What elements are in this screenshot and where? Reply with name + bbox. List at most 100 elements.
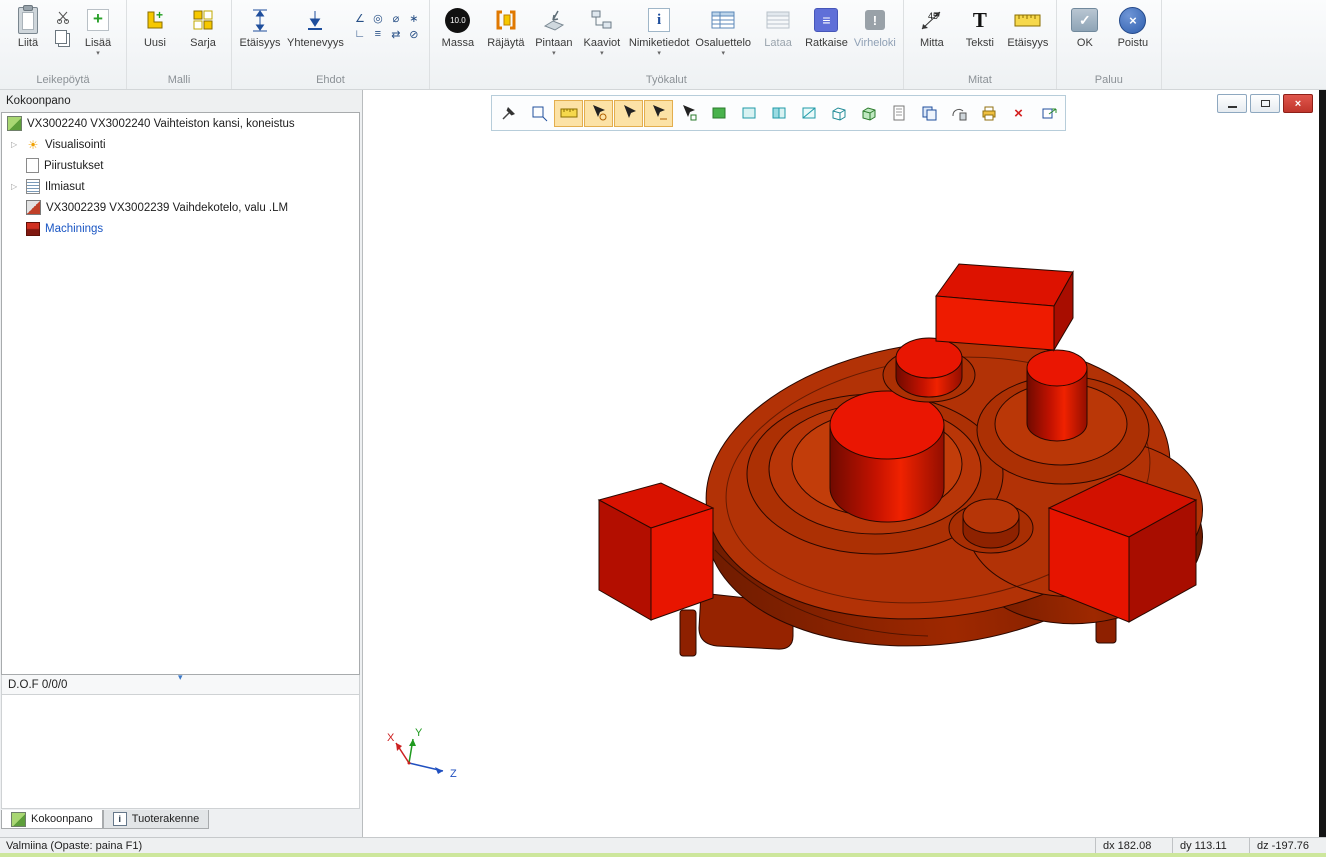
axis-y-label: Y [415, 727, 423, 739]
tangent-constraint-icon[interactable]: ⊘ [405, 26, 423, 42]
mass-button[interactable]: 10.0 Massa [434, 2, 482, 49]
minimize-button[interactable] [1217, 94, 1247, 113]
tree-label: Visualisointi [45, 139, 106, 151]
distance-measure-button[interactable]: Etäisyys [1004, 2, 1052, 49]
3d-viewport[interactable]: X Y Z [363, 90, 1319, 837]
dof-detail-area [1, 695, 360, 809]
tree-item-visualisointi[interactable]: ▷ ☀ Visualisointi [2, 134, 359, 155]
delete-geometry-icon[interactable]: × [1004, 100, 1033, 127]
model-cylinder-right-top[interactable] [1027, 350, 1087, 386]
item-data-button[interactable]: i Nimiketiedot ▾ [626, 2, 693, 56]
parts-list-button[interactable]: Osaluettelo ▾ [692, 2, 754, 56]
halfshade-box-icon[interactable] [764, 100, 793, 127]
ribbon-group-tools: 10.0 Massa Räjäytä [430, 0, 904, 89]
pin-icon[interactable] [494, 100, 523, 127]
cut-button[interactable] [54, 8, 72, 26]
diameter-constraint-icon[interactable]: ⌀ [387, 10, 405, 26]
solve-icon: ≡ [814, 8, 838, 32]
perpendicular-constraint-icon[interactable]: ∟ [351, 26, 369, 42]
ruler-icon [1014, 12, 1041, 29]
equal-constraint-icon[interactable]: ⇄ [387, 26, 405, 42]
wireframe-cube-icon[interactable] [824, 100, 853, 127]
export-geometry-icon[interactable] [1034, 100, 1063, 127]
copy-geometry-icon[interactable] [914, 100, 943, 127]
parts-list-label: Osaluettelo [695, 37, 751, 49]
tree-item-machinings[interactable]: Machinings [2, 218, 359, 239]
3d-model-canvas[interactable]: X Y Z [363, 90, 1319, 837]
plus-icon: + [87, 9, 109, 31]
tree-item-part-vx3002239[interactable]: VX3002239 VX3002239 Vaihdekotelo, valu .… [2, 197, 359, 218]
maximize-button[interactable] [1250, 94, 1280, 113]
expander-icon[interactable]: ▷ [11, 182, 17, 191]
svg-text:45: 45 [928, 11, 938, 21]
tab-tuoterakenne[interactable]: i Tuoterakenne [103, 810, 209, 829]
close-button[interactable]: × [1283, 94, 1313, 113]
symmetry-constraint-icon[interactable]: ∗ [405, 10, 423, 26]
measure-ruler-icon[interactable] [554, 100, 583, 127]
status-dx: dx 182.08 [1095, 838, 1172, 853]
shaded-cube-icon[interactable] [854, 100, 883, 127]
load-button[interactable]: Lataa [754, 2, 802, 49]
tree-item-assembly-root[interactable]: VX3002240 VX3002240 Vaihteiston kansi, k… [2, 113, 359, 134]
model-leg-left[interactable] [680, 610, 696, 656]
paste-button[interactable]: Liitä [4, 2, 52, 49]
tab-kokoonpano[interactable]: Kokoonpano [1, 810, 103, 829]
to-surface-button[interactable]: Pintaan ▾ [530, 2, 578, 56]
ok-button[interactable]: ✓ OK [1061, 2, 1109, 49]
add-button[interactable]: + Lisää ▾ [74, 2, 122, 56]
exit-button[interactable]: × Poistu [1109, 2, 1157, 49]
new-button[interactable]: + Uusi [131, 2, 179, 49]
axis-z-label: Z [450, 768, 457, 780]
distance-constraint-button[interactable]: Etäisyys [236, 2, 284, 49]
select-vertex-cursor-icon[interactable] [584, 100, 613, 127]
transparent-box-icon[interactable] [734, 100, 763, 127]
error-log-button[interactable]: ! Virheloki [851, 2, 899, 49]
explode-label: Räjäytä [487, 37, 524, 49]
concentric-constraint-icon[interactable]: ◎ [369, 10, 387, 26]
select-cursor-icon[interactable] [614, 100, 643, 127]
collapse-handle-icon[interactable]: ▾ [178, 673, 183, 682]
group-label-tools: Työkalut [434, 73, 899, 89]
machining-block-top[interactable] [936, 264, 1073, 350]
parts-list-icon [711, 10, 735, 30]
series-icon [192, 9, 214, 31]
assembly-tree[interactable]: VX3002240 VX3002240 Vaihteiston kansi, k… [1, 112, 360, 675]
series-button[interactable]: Sarja [179, 2, 227, 49]
tree-item-ilmiasut[interactable]: ▷ Ilmiasut [2, 176, 359, 197]
explode-icon [494, 9, 518, 31]
select-face-cursor-icon[interactable] [674, 100, 703, 127]
zoom-area-icon[interactable] [524, 100, 553, 127]
new-label: Uusi [144, 37, 166, 49]
drawing-sheet-icon [26, 158, 39, 173]
group-label-model: Malli [131, 73, 227, 89]
group-label-dimensions: Mitat [908, 73, 1052, 89]
section-view-icon[interactable] [944, 100, 973, 127]
hidden-line-box-icon[interactable] [794, 100, 823, 127]
model-geometry[interactable] [599, 264, 1212, 671]
expander-icon[interactable]: ▷ [11, 140, 17, 149]
group-label-return: Paluu [1061, 73, 1157, 89]
select-edge-cursor-icon[interactable] [644, 100, 673, 127]
coincidence-button[interactable]: Yhtenevyys [284, 2, 347, 49]
shaded-solid-icon[interactable] [704, 100, 733, 127]
tab-label: Kokoonpano [31, 813, 93, 825]
measure-button[interactable]: 45 Mitta [908, 2, 956, 49]
copy-button[interactable] [54, 30, 72, 48]
angle-constraint-icon[interactable]: ∠ [351, 10, 369, 26]
ok-label: OK [1077, 37, 1093, 49]
tree-label: Ilmiasut [45, 181, 85, 193]
distance-constraint-icon [250, 7, 270, 34]
diagrams-button[interactable]: Kaaviot ▾ [578, 2, 626, 56]
tree-item-piirustukset[interactable]: Piirustukset [2, 155, 359, 176]
assembly-panel: Kokoonpano VX3002240 VX3002240 Vaihteist… [0, 90, 363, 837]
explode-button[interactable]: Räjäytä [482, 2, 530, 49]
solve-label: Ratkaise [805, 37, 848, 49]
solve-button[interactable]: ≡ Ratkaise [802, 2, 851, 49]
feature-list-icon[interactable] [884, 100, 913, 127]
minimize-icon [1228, 106, 1237, 108]
text-button[interactable]: T Teksti [956, 2, 1004, 49]
print-view-icon[interactable] [974, 100, 1003, 127]
parallel-constraint-icon[interactable]: ≡ [369, 26, 387, 42]
dropdown-arrow-icon: ▾ [657, 51, 661, 56]
machining-block-left[interactable] [599, 483, 713, 620]
